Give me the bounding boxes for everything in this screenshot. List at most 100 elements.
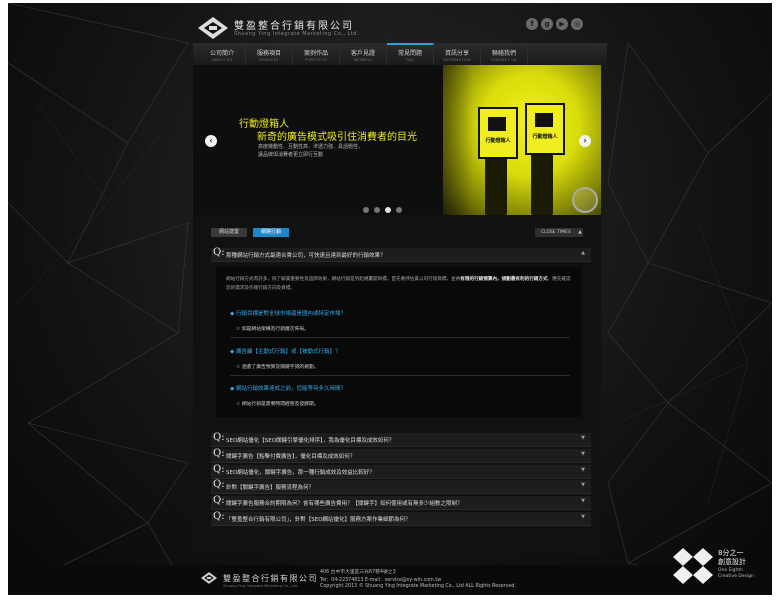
sub-answer: ☆ 如是網站架構及行銷層次佈局。 xyxy=(236,327,309,332)
facebook-icon[interactable]: f xyxy=(526,18,538,30)
faq-question-text: 關鍵字廣告服務合約期限為何？會有哪些廣告費用？【關鍵字】如何使用或有無多少組數之… xyxy=(226,501,463,507)
q-icon: Q: xyxy=(213,511,225,522)
nav-label: 公司簡介 xyxy=(209,50,234,57)
sub-answer: ☆ 網站行銷是需要時間經營及發酵期。 xyxy=(236,402,319,407)
q-icon: Q: xyxy=(213,495,225,506)
nav-sublabel: FAQ xyxy=(406,58,414,62)
q-icon: Q: xyxy=(213,432,225,443)
faq-question-text: 關鍵字廣告【點擊付費廣告】，優化目標及成效如何？ xyxy=(226,454,356,460)
q-icon: Q: xyxy=(213,448,225,459)
slider-dot[interactable] xyxy=(363,207,369,213)
main-nav: 公司簡介 ABOUT US 服務項目 SERVICES 案例作品 PORTFOLIO … xyxy=(193,43,607,65)
nav-item-portfolio[interactable]: 案例作品 PORTFOLIO xyxy=(293,43,340,65)
studio-name-line4: Creative Design xyxy=(718,574,754,579)
nav-item-information[interactable]: 資訊分享 INFORMATION xyxy=(434,43,481,65)
play-icon[interactable] xyxy=(572,187,598,213)
faq-question-text: 「雙盈整合行銷有限公司」，針對【SEO網站優化】服務方案作業細節為何？ xyxy=(226,517,411,523)
chevron-down-icon: ▼ xyxy=(581,514,585,520)
faq-question[interactable]: Q: 針對【關鍵字廣告】服務流程為何？ ▼ xyxy=(211,479,591,494)
nav-item-contact[interactable]: 聯絡我們 CONTACT US xyxy=(481,43,528,65)
nav-sublabel: CONTACT US xyxy=(491,58,517,62)
faq-question[interactable]: Q: 關鍵字廣告服務合約期限為何？會有哪些廣告費用？【關鍵字】如何使用或有無多少組… xyxy=(211,495,591,510)
sub-answer: ☆ 涵蓋了廣告預算及關鍵字詞的規劃。 xyxy=(236,365,319,370)
hero-banner: 行動燈箱人 行動燈箱人 行動燈箱人 新奇的廣告模式吸引住消費者的目光 高度機動性… xyxy=(193,65,601,215)
faq-question[interactable]: Q: 關鍵字廣告【點擊付費廣告】，優化目標及成效如何？ ▼ xyxy=(211,448,591,463)
board-label: 行動燈箱人 xyxy=(532,134,558,140)
page-frame: 雙盈整合行銷有限公司 Shuang Ying Integrate Marketi… xyxy=(8,3,772,595)
footer-company-en: Shuang Ying Integrate Marketing Co., Ltd… xyxy=(223,584,299,588)
company-logo-icon[interactable] xyxy=(198,17,228,39)
board-logo-icon xyxy=(488,117,506,131)
faq-question-open[interactable]: Q: 那種網站行銷方式最適合貴公司，可快速且達到最好的行銷效果？ ▲ xyxy=(211,247,591,262)
faq-question[interactable]: Q: 「雙盈整合行銷有限公司」，針對【SEO網站優化】服務方案作業細節為何？ ▼ xyxy=(211,511,591,526)
faq-question[interactable]: Q: SEO網站優化，關鍵字廣告，那一種行銷成效及效益比較好？ ▼ xyxy=(211,464,591,479)
answer-text: 網站行銷方式有許多，除了解貴重要性及品牌效果，網站行銷是另起規畫開目標，首先要評… xyxy=(226,277,461,282)
chevron-down-icon: ▼ xyxy=(581,467,585,473)
faq-question-text: SEO網站優化，關鍵字廣告，那一種行銷成效及效益比較好？ xyxy=(226,470,375,476)
banner-next-button[interactable]: › xyxy=(579,135,591,147)
board-logo-icon xyxy=(535,113,553,127)
lightbox-board: 行動燈箱人 xyxy=(478,107,518,159)
faq-question[interactable]: Q: SEO網站優化【SEO關鍵引擎優化排序】，我為優化目標及成效如何？ ▼ xyxy=(211,432,591,447)
banner-prev-button[interactable]: ‹ xyxy=(205,135,217,147)
nav-sublabel: INFORMATION xyxy=(443,58,471,62)
chevron-down-icon: ▼ xyxy=(581,451,585,457)
company-name-en: Shuang Ying Integrate Marketing Co., Ltd… xyxy=(234,31,360,37)
chevron-up-icon: ▲ xyxy=(581,250,585,256)
nav-item-about[interactable]: 公司簡介 ABOUT US xyxy=(199,43,246,65)
nav-sublabel: ABOUT US xyxy=(211,58,233,62)
studio-logo-icon[interactable] xyxy=(673,548,713,584)
youtube-icon[interactable]: ▶ xyxy=(556,18,568,30)
slider-dot[interactable] xyxy=(374,207,380,213)
banner-text-line: 讓品牌與消費者更立即行互動 xyxy=(258,152,324,158)
slider-dot[interactable] xyxy=(396,207,402,213)
tab-web-building[interactable]: 網站建置 xyxy=(211,228,248,237)
nav-item-services[interactable]: 服務項目 SERVICES xyxy=(246,43,293,65)
board-label: 行動燈箱人 xyxy=(485,138,511,144)
slider-dots xyxy=(363,207,402,213)
chevron-down-icon: ▼ xyxy=(581,435,585,441)
footer-address: 406 台中市大里區三光67巷4號之3 xyxy=(320,570,396,575)
rss-icon[interactable]: ◎ xyxy=(571,18,583,30)
chevron-down-icon: ▼ xyxy=(581,482,585,488)
footer-company-cn: 雙盈整合行銷有限公司 xyxy=(223,574,318,583)
answer-bold-text: 有限的行銷預算內，規劃最有利的行銷方式 xyxy=(460,277,548,282)
faq-question-text: 針對【關鍵字廣告】服務流程為何？ xyxy=(226,485,315,491)
q-icon: Q: xyxy=(213,479,225,490)
chevron-up-icon: ▲ xyxy=(578,230,582,235)
nav-label: 案例作品 xyxy=(303,50,328,57)
nav-label: 客戶見證 xyxy=(350,50,375,57)
divider xyxy=(230,375,570,376)
faq-content: 網站建置 網路行銷 CLOSE TIMES ▲ Q: 那種網站行銷方式最適合貴公… xyxy=(193,215,601,555)
footer-copyright: Copyright 2013 © Shuang Ying Integrate M… xyxy=(320,584,516,589)
studio-name-line2: 創意設計 xyxy=(718,558,746,566)
tab-web-marketing[interactable]: 網路行銷 xyxy=(253,228,290,237)
lightbox-board: 行動燈箱人 xyxy=(525,103,565,155)
slider-dot-active[interactable] xyxy=(385,207,391,213)
nav-label: 資訊分享 xyxy=(444,50,469,57)
close-times-button[interactable]: CLOSE TIMES ▲ xyxy=(535,228,583,237)
nav-label: 常見問題 xyxy=(397,50,422,57)
nav-label: 聯絡我們 xyxy=(491,50,516,57)
banner-subtitle: 新奇的廣告模式吸引住消費者的目光 xyxy=(257,132,417,143)
studio-name-line3: One Eighth xyxy=(718,568,744,573)
answer-intro: 網站行銷方式有許多，除了解貴重要性及品牌效果，網站行銷是另起規畫開目標，首先要評… xyxy=(226,275,574,293)
company-name-cn: 雙盈整合行銷有限公司 xyxy=(234,21,354,32)
sub-question: ◆ 網站行銷效果達成之前，您能等待多久時間？ xyxy=(230,386,346,392)
divider xyxy=(230,337,570,338)
banner-text-line: 高度機動性．互動性高．滲透力強．具話題性， xyxy=(258,144,364,150)
footer-contact[interactable]: Tel：04-22374813 E-mail：service@sy-win.co… xyxy=(320,576,441,583)
nav-item-witness[interactable]: 客戶見證 WITNESS xyxy=(340,43,387,65)
google-plus-icon[interactable]: g xyxy=(541,18,553,30)
nav-item-faq[interactable]: 常見問題 FAQ xyxy=(387,43,434,65)
q-icon: Q: xyxy=(213,464,225,475)
faq-question-text: 那種網站行銷方式最適合貴公司，可快速且達到最好的行銷效果？ xyxy=(226,253,386,259)
q-icon: Q: xyxy=(213,247,225,258)
nav-label: 服務項目 xyxy=(256,50,281,57)
nav-sublabel: WITNESS xyxy=(353,58,372,62)
faq-answer: 網站行銷方式有許多，除了解貴重要性及品牌效果，網站行銷是另起規畫開目標，首先要評… xyxy=(216,267,581,417)
chevron-down-icon: ▼ xyxy=(581,498,585,504)
nav-sublabel: SERVICES xyxy=(259,58,279,62)
sub-question: ◆ 行銷目標是對全球市場還是國內或特定市場？ xyxy=(230,311,346,317)
faq-question-text: SEO網站優化【SEO關鍵引擎優化排序】，我為優化目標及成效如何？ xyxy=(226,438,395,444)
